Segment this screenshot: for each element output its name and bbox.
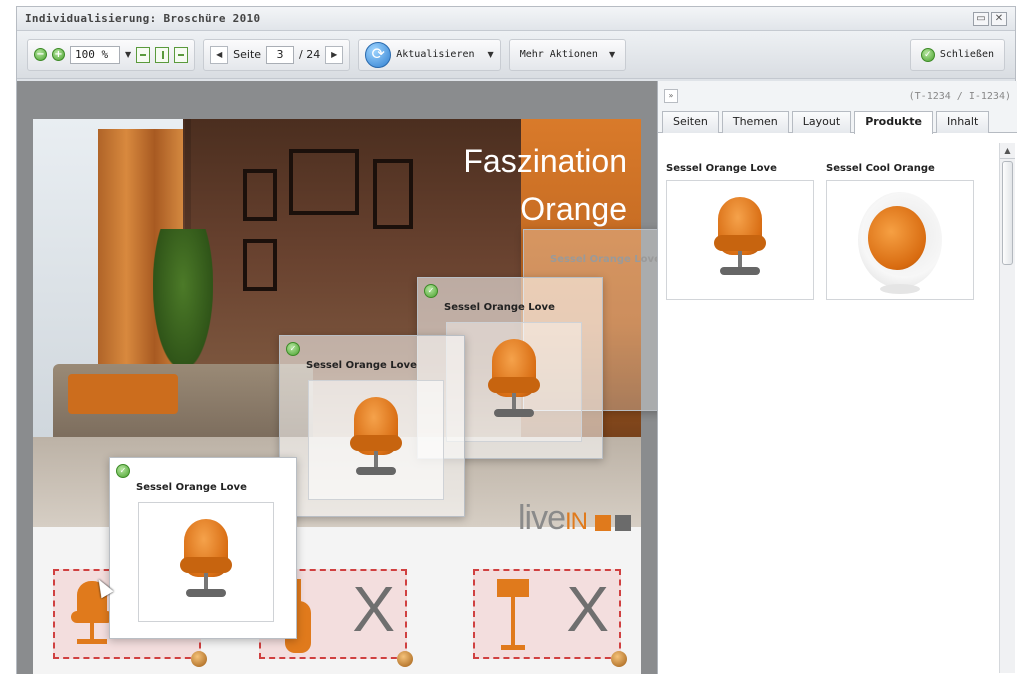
zoom-in-icon[interactable]: +	[52, 48, 65, 61]
orange-ball-chair-image	[858, 192, 942, 294]
zoom-out-icon[interactable]: −	[34, 48, 47, 61]
product-item[interactable]: Sessel Cool Orange	[826, 143, 974, 300]
lamp-silhouette-icon	[493, 579, 533, 653]
orange-chair-image	[484, 337, 544, 427]
chevron-down-icon: ▼	[608, 50, 616, 59]
zoom-dropdown-icon[interactable]: ▼	[125, 50, 131, 59]
tab-inhalt[interactable]: Inhalt	[935, 111, 990, 133]
orange-chair-image	[346, 395, 406, 485]
window-title: Individualisierung: Broschüre 2010	[25, 12, 261, 25]
drag-preview-label: Sessel Orange Love	[550, 254, 657, 265]
toolbar: − + 100 % ▼ ◀ Seite 3 / 24 ▶ ⟳ Aktualisi…	[17, 31, 1015, 79]
tab-seiten[interactable]: Seiten	[662, 111, 719, 133]
headline-line-1: Faszination	[463, 143, 627, 179]
product-thumbnail[interactable]	[666, 180, 814, 300]
drag-preview-label: Sessel Orange Love	[444, 302, 555, 313]
tab-produkte[interactable]: Produkte	[854, 111, 933, 134]
check-icon: ✓	[424, 284, 438, 298]
slot-placeholder-x: X	[566, 573, 609, 645]
side-panel: » (T-1234 / I-1234) Seiten Themen Layout…	[657, 81, 1017, 674]
scroll-thumb[interactable]	[1002, 161, 1013, 265]
side-panel-tabs: Seiten Themen Layout Produkte Inhalt	[658, 111, 1017, 134]
check-icon: ✓	[920, 47, 935, 62]
page-canvas[interactable]: Faszination Orange liveIN X X Sessel Ora…	[17, 81, 657, 674]
maximize-icon[interactable]: ▭	[973, 11, 989, 26]
page-label: Seite	[233, 48, 262, 61]
page-navigation: ◀ Seite 3 / 24 ▶	[203, 38, 351, 71]
fit-height-icon[interactable]	[155, 46, 170, 63]
refresh-icon: ⟳	[365, 41, 392, 68]
scroll-up-icon[interactable]: ▲	[1000, 143, 1015, 159]
tab-themen[interactable]: Themen	[721, 111, 789, 133]
drag-preview-2: ✓ Sessel Orange Love	[279, 335, 465, 517]
drag-preview-label: Sessel Orange Love	[306, 360, 417, 371]
close-button[interactable]: ✓ Schließen	[909, 38, 1005, 71]
logo-live: live	[517, 499, 566, 537]
sofa-cushion-image	[68, 374, 178, 414]
tab-layout[interactable]: Layout	[791, 111, 852, 133]
fit-page-icon[interactable]	[174, 46, 189, 63]
headline-line-2: Orange	[520, 191, 627, 227]
check-icon: ✓	[116, 464, 130, 478]
logo-square-orange	[595, 515, 611, 531]
page-number-input[interactable]: 3	[266, 45, 295, 64]
refresh-dropdown-icon[interactable]: ▼	[488, 50, 494, 59]
product-name: Sessel Cool Orange	[826, 163, 935, 174]
drag-preview-image	[138, 502, 274, 622]
product-name: Sessel Orange Love	[666, 163, 777, 174]
zoom-input[interactable]: 100 %	[70, 45, 120, 64]
template-ids: (T-1234 / I-1234)	[908, 90, 1011, 102]
more-actions-button[interactable]: Mehr Aktionen ▼	[508, 38, 627, 71]
close-icon[interactable]: ✕	[991, 11, 1007, 26]
product-slot-3[interactable]: X	[473, 569, 627, 667]
slot-handle[interactable]	[191, 651, 207, 667]
logo-square-gray	[615, 515, 631, 531]
check-icon: ✓	[286, 342, 300, 356]
drag-preview-image	[446, 322, 582, 442]
orange-swivel-chair-image	[710, 195, 770, 285]
close-label: Schließen	[939, 49, 994, 60]
slot-handle[interactable]	[397, 651, 413, 667]
refresh-button[interactable]: ⟳ Aktualisieren ▼	[358, 38, 501, 71]
product-thumbnail[interactable]	[826, 180, 974, 300]
slot-placeholder-x: X	[352, 573, 395, 645]
expand-panel-icon[interactable]: »	[664, 89, 678, 103]
logo-in: IN	[565, 508, 588, 535]
window-controls: ▭ ✕	[973, 11, 1007, 26]
fit-width-icon[interactable]	[136, 46, 151, 63]
side-panel-scrollbar[interactable]: ▲	[999, 143, 1015, 673]
product-item[interactable]: Sessel Orange Love	[666, 143, 814, 300]
next-page-button[interactable]: ▶	[325, 45, 344, 64]
drag-preview-label: Sessel Orange Love	[136, 482, 247, 493]
logo-wordmark: liveIN	[517, 499, 588, 538]
drag-preview-active[interactable]: ✓ Sessel Orange Love	[109, 457, 297, 639]
previous-page-button[interactable]: ◀	[210, 45, 229, 64]
product-list: Sessel Orange Love Sessel Cool Orange	[666, 143, 993, 300]
page-total: / 24	[299, 48, 321, 61]
plant-image	[153, 229, 213, 369]
title-bar: Individualisierung: Broschüre 2010 ▭ ✕	[17, 7, 1015, 31]
slot-handle[interactable]	[611, 651, 627, 667]
zoom-group: − + 100 % ▼	[27, 38, 196, 71]
side-panel-header: » (T-1234 / I-1234)	[658, 81, 1017, 111]
more-actions-label: Mehr Aktionen	[519, 49, 598, 60]
drag-preview-image	[308, 380, 444, 500]
orange-chair-image	[176, 517, 236, 607]
livein-logo: liveIN	[441, 499, 641, 559]
refresh-label: Aktualisieren	[396, 49, 475, 60]
individualization-window: Individualisierung: Broschüre 2010 ▭ ✕ −…	[16, 6, 1017, 674]
